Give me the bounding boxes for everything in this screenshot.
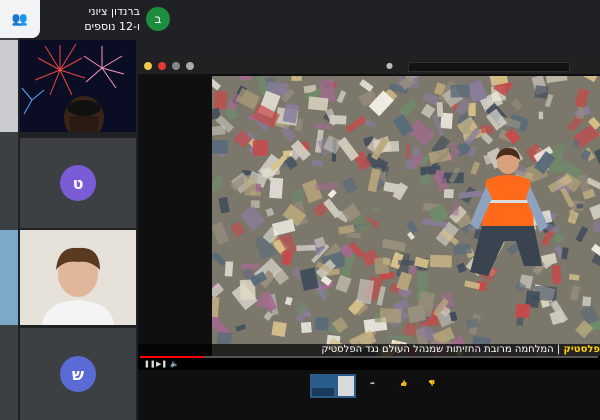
participant-tile[interactable]: ש bbox=[20, 328, 136, 420]
search-input[interactable] bbox=[408, 62, 570, 72]
pause-icon[interactable]: ❚❚ bbox=[144, 360, 156, 368]
caption-brand: פלסטיק bbox=[563, 344, 600, 355]
participant-tile-fireworks[interactable] bbox=[20, 40, 136, 132]
below-video-area: 👍 👎 ➦ bbox=[138, 370, 600, 420]
progress-bar[interactable] bbox=[140, 356, 598, 358]
participants-count: ו-12 נוספים bbox=[84, 20, 140, 33]
share-icon[interactable]: ➦ bbox=[370, 380, 375, 387]
participant-avatar: ט bbox=[60, 165, 96, 201]
shared-screen: ● פלסטיק | המלחמה מרובת החזיתות שמנהל הע… bbox=[138, 58, 600, 420]
video-caption: פלסטיק | המלחמה מרובת החזיתות שמנהל העול… bbox=[138, 344, 600, 356]
youtube-topbar: ● bbox=[138, 58, 600, 74]
participant-tile[interactable]: ט bbox=[20, 138, 136, 228]
tile-edge bbox=[0, 40, 18, 132]
presenter-name: ברנדון ציוני bbox=[88, 5, 140, 18]
fireworks-background bbox=[21, 43, 125, 132]
dislike-icon[interactable]: 👎 bbox=[428, 380, 435, 387]
next-icon[interactable]: ▶❚ bbox=[156, 360, 167, 368]
tile-edge bbox=[0, 230, 18, 325]
progress-fill bbox=[140, 356, 205, 358]
presenter-avatar: ב bbox=[146, 7, 170, 31]
garbage-pile-scene bbox=[212, 76, 600, 356]
next-video-thumbnail[interactable] bbox=[310, 374, 356, 398]
caption-separator: | bbox=[553, 344, 561, 355]
record-icon[interactable] bbox=[158, 62, 166, 70]
like-icon[interactable]: 👍 bbox=[400, 380, 407, 387]
volume-icon[interactable]: 🔈 bbox=[170, 360, 179, 368]
camera-icon[interactable] bbox=[186, 62, 194, 70]
participant-avatar: ש bbox=[60, 356, 96, 392]
emoji-icon[interactable] bbox=[144, 62, 152, 70]
people-icon: 👥 bbox=[11, 11, 29, 27]
left-strip bbox=[0, 0, 18, 420]
caption-title: המלחמה מרובת החזיתות שמנהל העולם נגד הפל… bbox=[321, 344, 554, 355]
player-controls: ❚❚ ▶❚ 🔈 bbox=[138, 356, 600, 370]
mic-icon[interactable]: ● bbox=[386, 61, 393, 70]
video-player[interactable] bbox=[212, 76, 600, 356]
participant-tile-camera[interactable] bbox=[20, 230, 136, 325]
meeting-header: ב ברנדון ציוני ו-12 נוספים bbox=[40, 0, 180, 38]
participants-card[interactable]: 👥 bbox=[0, 0, 40, 38]
menu-icon[interactable] bbox=[172, 62, 180, 70]
camera-feed bbox=[20, 230, 136, 325]
